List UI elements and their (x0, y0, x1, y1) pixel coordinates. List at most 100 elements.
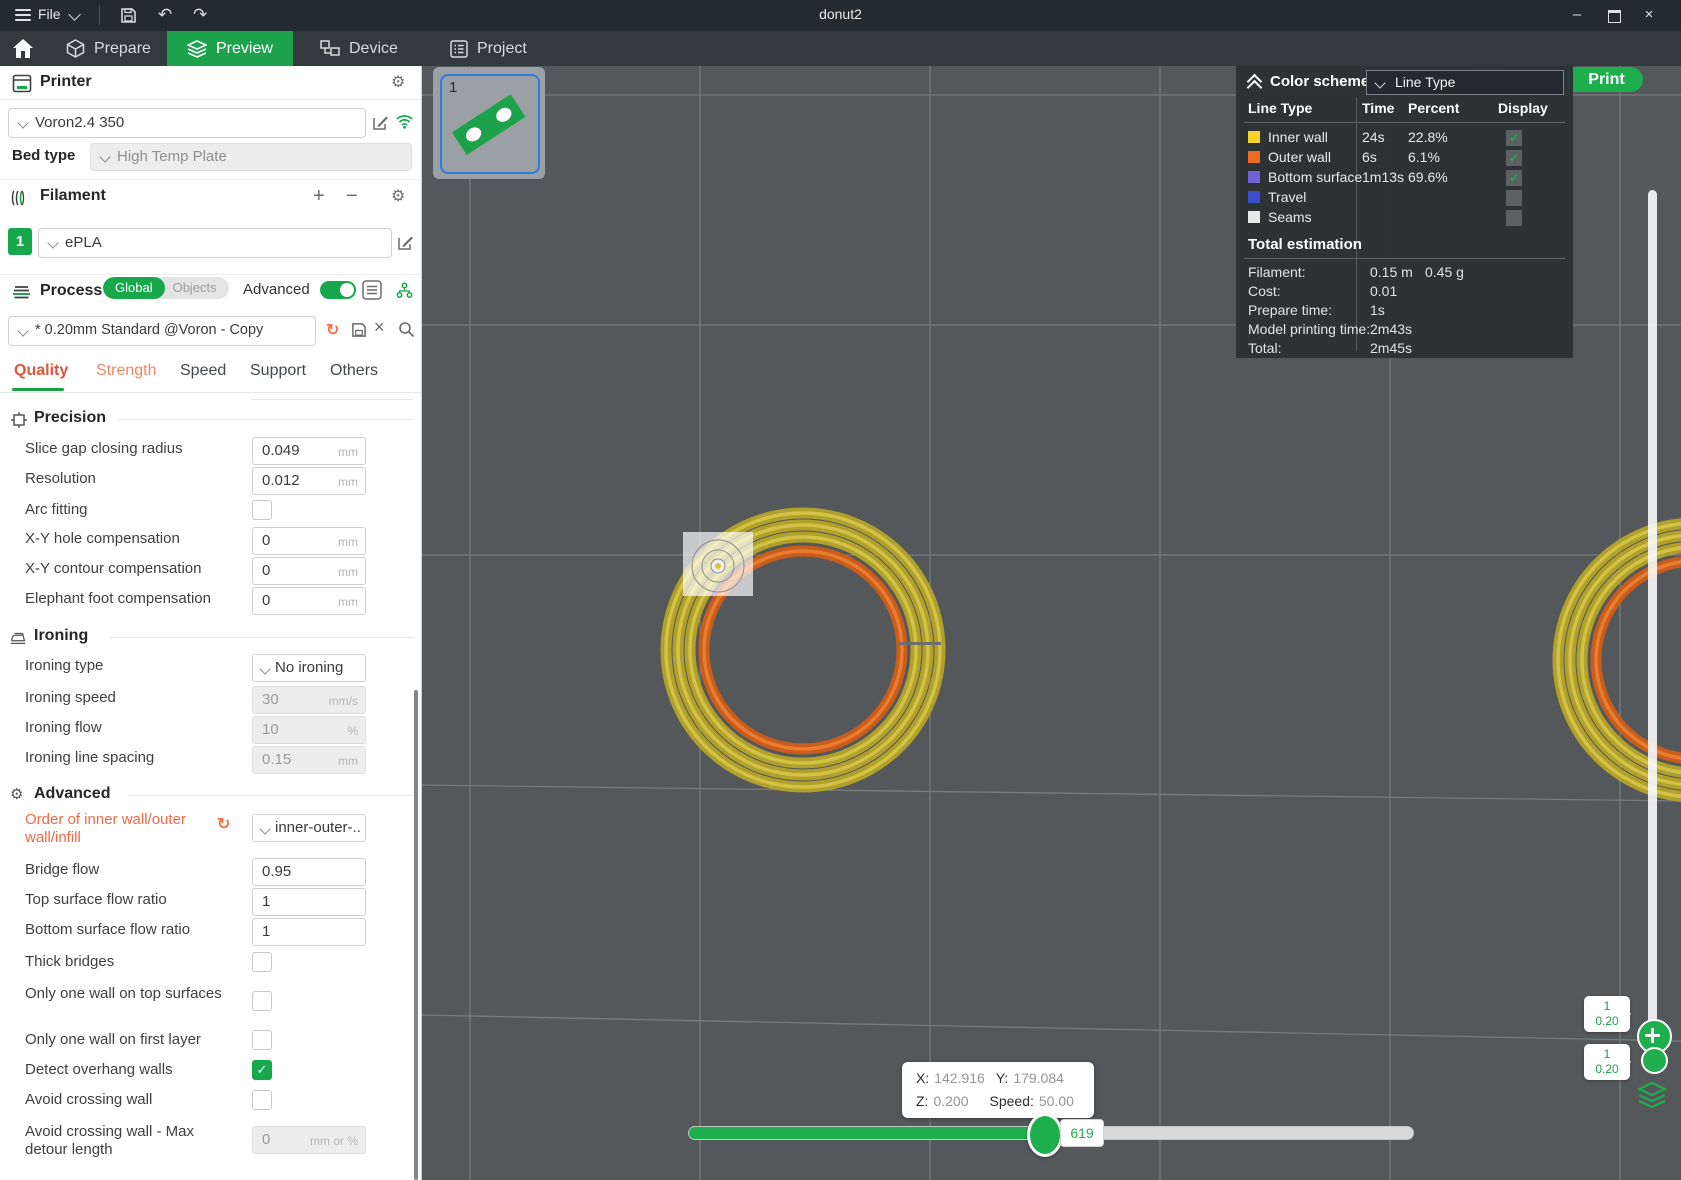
setting-row: Only one wall on top surfaces (25, 982, 417, 1022)
wifi-connection-icon[interactable] (395, 114, 414, 129)
printer-section-header: Printer ⚙ (0, 66, 421, 100)
settings-scrollbar[interactable] (414, 690, 418, 1180)
process-scope-toggle[interactable]: Global Objects (103, 277, 229, 299)
file-menu-chevron-icon[interactable] (68, 8, 81, 21)
tab-device[interactable]: Device (320, 31, 398, 66)
printer-preset-select[interactable]: Voron2.4 350 (8, 108, 366, 138)
setting-checkbox[interactable] (252, 500, 272, 520)
minimize-button[interactable]: – (1562, 4, 1592, 26)
display-checkbox-checked[interactable]: ✓ (1506, 170, 1522, 186)
setting-checkbox[interactable] (252, 1090, 272, 1110)
setting-input[interactable]: 0 mm (252, 527, 366, 555)
filament-preset-select[interactable]: ePLA (38, 228, 392, 258)
bed-type-select[interactable]: High Temp Plate (90, 143, 412, 171)
tab-prepare-label: Prepare (94, 39, 151, 57)
filament-settings-gear-icon[interactable]: ⚙ (391, 186, 405, 206)
precision-section-title: Precision (34, 409, 107, 426)
plate-thumbnail[interactable]: 1 (433, 67, 545, 179)
layers-view-icon[interactable] (1637, 1082, 1667, 1110)
setting-label: Slice gap closing radius (25, 440, 183, 457)
tab-device-label: Device (349, 39, 398, 57)
preset-save-icon[interactable] (351, 322, 367, 338)
home-icon[interactable] (12, 38, 34, 59)
close-button[interactable]: × (1634, 4, 1664, 26)
print-button[interactable]: Print (1570, 67, 1643, 92)
display-checkbox-checked[interactable]: ✓ (1506, 130, 1522, 146)
line-type-row: Seams (1236, 208, 1573, 228)
tab-others[interactable]: Others (330, 362, 378, 380)
preset-search-icon[interactable] (398, 321, 415, 338)
tab-prepare[interactable]: Prepare (66, 31, 151, 66)
tab-strength[interactable]: Strength (96, 362, 156, 380)
tab-support[interactable]: Support (250, 362, 306, 380)
tab-project[interactable]: Project (450, 31, 527, 66)
setting-input[interactable]: 0.012 mm (252, 467, 366, 495)
scope-objects[interactable]: Objects (165, 277, 229, 299)
setting-input[interactable]: 1 (252, 888, 366, 916)
scope-global[interactable]: Global (103, 277, 165, 299)
tab-project-label: Project (477, 39, 527, 57)
advanced-section-header: ⚙ Advanced (0, 782, 421, 808)
parameter-list-icon[interactable] (362, 280, 382, 300)
setting-select[interactable]: inner-outer-... (252, 814, 366, 842)
setting-label: Avoid crossing wall - Max detour length (25, 1123, 194, 1158)
preset-reset-icon[interactable]: ↻ (326, 320, 339, 340)
setting-select[interactable]: No ironing (252, 654, 366, 682)
tab-speed[interactable]: Speed (180, 362, 226, 380)
setting-label: Ironing flow (25, 719, 102, 736)
printer-preset-value: Voron2.4 350 (35, 114, 125, 131)
sidebar-panel: Printer ⚙ Voron2.4 350 Bed type High Tem… (0, 66, 422, 1180)
display-checkbox[interactable] (1506, 190, 1522, 206)
layer-slider-handle[interactable] (1641, 1047, 1668, 1074)
setting-checkbox[interactable] (252, 991, 272, 1011)
color-scheme-mode-select[interactable]: Line Type (1366, 70, 1564, 95)
setting-checkbox-checked[interactable]: ✓ (252, 1060, 272, 1080)
setting-label: Detect overhang walls (25, 1061, 173, 1078)
process-flow-icon[interactable] (396, 282, 413, 299)
remove-filament-button[interactable]: − (346, 185, 358, 208)
outer-wall-swatch (1248, 151, 1260, 163)
display-checkbox[interactable] (1506, 210, 1522, 226)
window-title: donut2 (819, 6, 862, 22)
setting-checkbox[interactable] (252, 1030, 272, 1050)
setting-reset-icon[interactable]: ↻ (217, 814, 230, 834)
setting-label: Ironing type (25, 657, 104, 674)
tab-preview[interactable]: Preview (167, 31, 293, 66)
setting-checkbox[interactable] (252, 952, 272, 972)
tab-quality[interactable]: Quality (14, 362, 68, 380)
setting-input[interactable]: 1 (252, 918, 366, 946)
move-slider-value: 619 (1060, 1119, 1104, 1147)
file-menu[interactable]: File (38, 6, 61, 22)
printer-settings-gear-icon[interactable]: ⚙ (391, 72, 405, 92)
process-preset-select[interactable]: * 0.20mm Standard @Voron - Copy (8, 316, 316, 346)
filament-spool-icon (11, 190, 25, 206)
column-time: Time (1362, 100, 1395, 116)
layer-slider-track[interactable] (1648, 190, 1657, 1042)
filament-slot-badge[interactable]: 1 (8, 228, 32, 255)
display-checkbox-checked[interactable]: ✓ (1506, 150, 1522, 166)
setting-label: Top surface flow ratio (25, 891, 167, 908)
setting-input[interactable]: 0 mm (252, 557, 366, 585)
filament-edit-icon[interactable] (397, 234, 414, 251)
advanced-mode-switch[interactable] (320, 281, 356, 299)
save-icon[interactable] (120, 7, 137, 24)
setting-input[interactable]: 0.049 mm (252, 437, 366, 465)
setting-row: Avoid crossing wall - Max detour length … (25, 1120, 417, 1162)
collapse-panel-icon[interactable] (1246, 73, 1263, 96)
preset-delete-icon[interactable]: × (374, 317, 385, 338)
setting-label: Avoid crossing wall (25, 1091, 153, 1108)
maximize-button[interactable] (1608, 10, 1621, 23)
add-filament-button[interactable]: + (313, 185, 325, 208)
setting-label: Thick bridges (25, 953, 115, 970)
column-line-type: Line Type (1248, 100, 1313, 116)
main-menu-icon[interactable] (15, 9, 31, 21)
redo-icon[interactable]: ↷ (193, 4, 207, 26)
undo-icon[interactable]: ↶ (158, 4, 172, 26)
setting-input[interactable]: 0.95 (252, 858, 366, 886)
advanced-gears-icon: ⚙ (10, 786, 24, 803)
titlebar: File ↶ ↷ donut2 – × (0, 0, 1681, 31)
process-tab-bar: Quality Strength Speed Support Others (0, 354, 421, 393)
printer-edit-icon[interactable] (372, 114, 389, 131)
setting-input[interactable]: 0 mm (252, 587, 366, 615)
setting-input-disabled: 10% (252, 716, 366, 744)
